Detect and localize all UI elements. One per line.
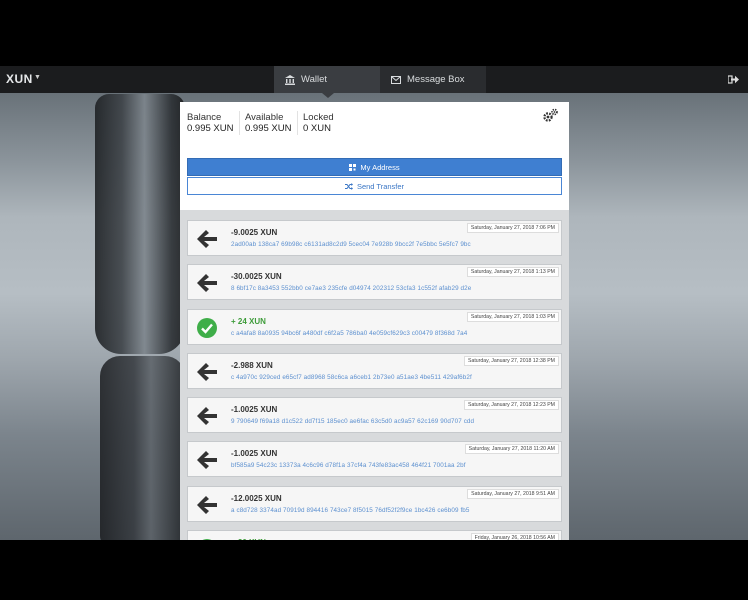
wallet-panel: Balance 0.995 XUN Available 0.995 XUN Lo… — [180, 102, 569, 540]
transaction-direction — [196, 228, 218, 250]
transaction-list: -9.0025 XUN 2ad00ab 138ca7 69b98c c6131ad… — [187, 220, 562, 540]
locked-label: Locked — [303, 112, 334, 123]
active-tab-indicator — [322, 93, 334, 98]
transaction-row[interactable]: -1.0025 XUN bf585a9 54c23c 13373a 4c6c96 … — [187, 441, 562, 478]
transaction-hash-link[interactable]: bf585a9 54c23c 13373a 4c6c96 d78f1a 37cf… — [231, 462, 466, 469]
transaction-date: Saturday, January 27, 2018 1:13 PM — [466, 267, 559, 278]
tab-message-box[interactable]: Message Box — [380, 66, 486, 93]
transaction-direction — [196, 317, 218, 339]
transaction-amount: -1.0025 XUN — [231, 405, 278, 415]
available-label: Available — [245, 112, 284, 123]
send-transfer-button[interactable]: Send Transfer — [187, 177, 562, 195]
transaction-hash-link[interactable]: 9 790649 f69a18 d1c522 dd7f15 185ec0 ae6… — [231, 418, 474, 425]
check-circle-icon — [202, 539, 212, 540]
transaction-amount: -30.0025 XUN — [231, 272, 282, 282]
transaction-direction — [196, 405, 218, 427]
bank-icon — [285, 74, 295, 85]
transaction-date: Saturday, January 27, 2018 12:38 PM — [464, 355, 559, 366]
transaction-row[interactable]: + 24 XUN c a4afa8 8a0935 94bc6f a480df c6… — [187, 308, 562, 345]
arrow-left-icon — [197, 362, 217, 381]
stat-divider — [239, 111, 240, 135]
transaction-hash-link[interactable]: c a4afa8 8a0935 94bc6f a480df c6f2a5 786… — [231, 330, 467, 337]
transaction-amount: -12.0025 XUN — [231, 493, 282, 503]
available-value: 0.995 XUN — [245, 123, 292, 134]
transaction-direction — [196, 361, 218, 383]
send-transfer-label: Send Transfer — [356, 181, 405, 191]
transaction-direction — [196, 494, 218, 516]
balance-stat: Balance 0.995 XUN — [187, 112, 233, 134]
available-stat: Available 0.995 XUN — [245, 112, 291, 134]
transaction-hash-link[interactable]: 2ad00ab 138ca7 69b98c c6131ad8c2d9 5cec0… — [231, 241, 471, 248]
sign-out-icon — [727, 75, 739, 84]
transaction-date: Saturday, January 27, 2018 9:51 AM — [467, 488, 559, 499]
arrow-left-icon — [197, 407, 217, 426]
arrow-left-icon — [197, 230, 217, 248]
transaction-date: Saturday, January 27, 2018 12:23 PM — [464, 400, 559, 411]
transaction-hash-link[interactable]: a c8d728 3374ad 70919d 894416 743ce7 8f5… — [231, 507, 470, 514]
tab-message-box-label: Message Box — [407, 74, 465, 85]
logout-button[interactable] — [718, 66, 748, 93]
random-icon — [344, 182, 353, 190]
transaction-row[interactable]: -30.0025 XUN 8 6bf17c 8a3453 552bb0 ce7ae… — [187, 264, 562, 301]
app-screen: XUN ▼ Wallet Message Box Balance 0.995 X… — [0, 66, 748, 540]
locked-value: 0 XUN — [303, 123, 331, 134]
transaction-date: Saturday, January 27, 2018 7:06 PM — [466, 223, 559, 233]
balance-label: Balance — [187, 112, 222, 123]
transaction-date: Saturday, January 27, 2018 11:20 AM — [464, 444, 559, 455]
top-navigation-bar: XUN ▼ Wallet Message Box — [0, 66, 748, 98]
balance-summary: Balance 0.995 XUN Available 0.995 XUN Lo… — [180, 102, 569, 210]
transaction-hash-link[interactable]: c 4a970c 929ced e65cf7 ad8968 58c6ca a6c… — [231, 374, 472, 381]
transaction-hash-link[interactable]: 8 6bf17c 8a3453 552bb0 ce7ae3 235cfe d04… — [231, 285, 471, 292]
transaction-direction — [196, 538, 218, 540]
transaction-row[interactable]: -12.0025 XUN a c8d728 3374ad 70919d 89441… — [187, 485, 562, 522]
transaction-row[interactable]: + 30 XUN Friday, January 26, 2018 10:56 A… — [187, 530, 562, 540]
brand-logo[interactable]: XUN — [6, 72, 33, 86]
transaction-amount: -9.0025 XUN — [231, 228, 278, 237]
balance-value: 0.995 XUN — [187, 123, 234, 134]
my-address-button[interactable]: My Address — [187, 158, 562, 176]
arrow-left-icon — [197, 274, 217, 293]
transaction-row[interactable]: -1.0025 XUN 9 790649 f69a18 d1c522 dd7f15… — [187, 397, 562, 434]
transaction-row[interactable]: -2.988 XUN c 4a970c 929ced e65cf7 ad8968 … — [187, 352, 562, 389]
transaction-date: Friday, January 26, 2018 10:56 AM — [470, 533, 559, 540]
check-circle-icon — [197, 317, 217, 338]
background-glass-reflection — [100, 356, 185, 540]
qrcode-icon — [349, 163, 357, 171]
tab-wallet[interactable]: Wallet — [274, 66, 380, 93]
gears-icon — [543, 108, 558, 122]
locked-stat: Locked 0 XUN — [303, 112, 334, 134]
settings-button[interactable] — [542, 108, 559, 128]
my-address-label: My Address — [360, 162, 400, 172]
transaction-amount: -2.988 XUN — [231, 360, 273, 370]
transaction-amount: + 30 XUN — [231, 538, 266, 540]
stat-divider — [297, 111, 298, 135]
arrow-left-icon — [197, 451, 217, 470]
transaction-direction — [196, 449, 218, 471]
background-glass-image — [95, 94, 185, 354]
transaction-direction — [196, 272, 218, 294]
tab-wallet-label: Wallet — [301, 74, 328, 85]
arrow-left-icon — [197, 495, 217, 514]
chevron-down-icon[interactable]: ▼ — [34, 74, 41, 81]
transaction-date: Saturday, January 27, 2018 1:03 PM — [466, 311, 559, 322]
transaction-amount: -1.0025 XUN — [231, 449, 278, 459]
transaction-amount: + 24 XUN — [231, 316, 266, 326]
envelope-icon — [391, 75, 401, 84]
transaction-row[interactable]: -9.0025 XUN 2ad00ab 138ca7 69b98c c6131ad… — [187, 220, 562, 256]
